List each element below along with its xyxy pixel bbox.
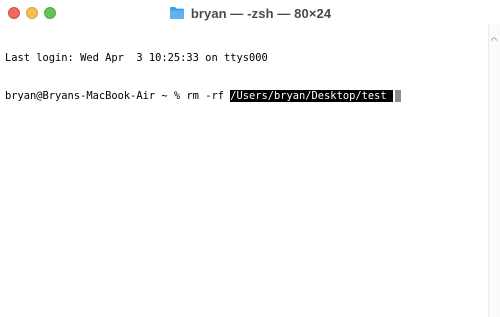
selected-path-text[interactable]: /Users/bryan/Desktop/test bbox=[230, 89, 393, 102]
text-cursor bbox=[394, 89, 401, 102]
terminal-window: bryan — -zsh — 80×24 Last login: Wed Apr… bbox=[0, 0, 500, 317]
scrollbar-track[interactable] bbox=[488, 24, 500, 317]
chevron-up-icon[interactable] bbox=[490, 30, 498, 41]
command-text: rm -rf bbox=[186, 89, 231, 102]
folder-icon bbox=[169, 6, 185, 20]
window-title-group: bryan — -zsh — 80×24 bbox=[0, 4, 500, 22]
terminal-output[interactable]: Last login: Wed Apr 3 10:25:33 on ttys00… bbox=[5, 27, 486, 127]
command-line[interactable]: bryan@Bryans-MacBook-Air ~ % rm -rf /Use… bbox=[5, 89, 486, 103]
shell-prompt: bryan@Bryans-MacBook-Air ~ % bbox=[5, 89, 187, 102]
title-bar[interactable]: bryan — -zsh — 80×24 bbox=[0, 0, 500, 24]
window-title: bryan — -zsh — 80×24 bbox=[190, 5, 332, 21]
last-login-line: Last login: Wed Apr 3 10:25:33 on ttys00… bbox=[5, 52, 268, 64]
